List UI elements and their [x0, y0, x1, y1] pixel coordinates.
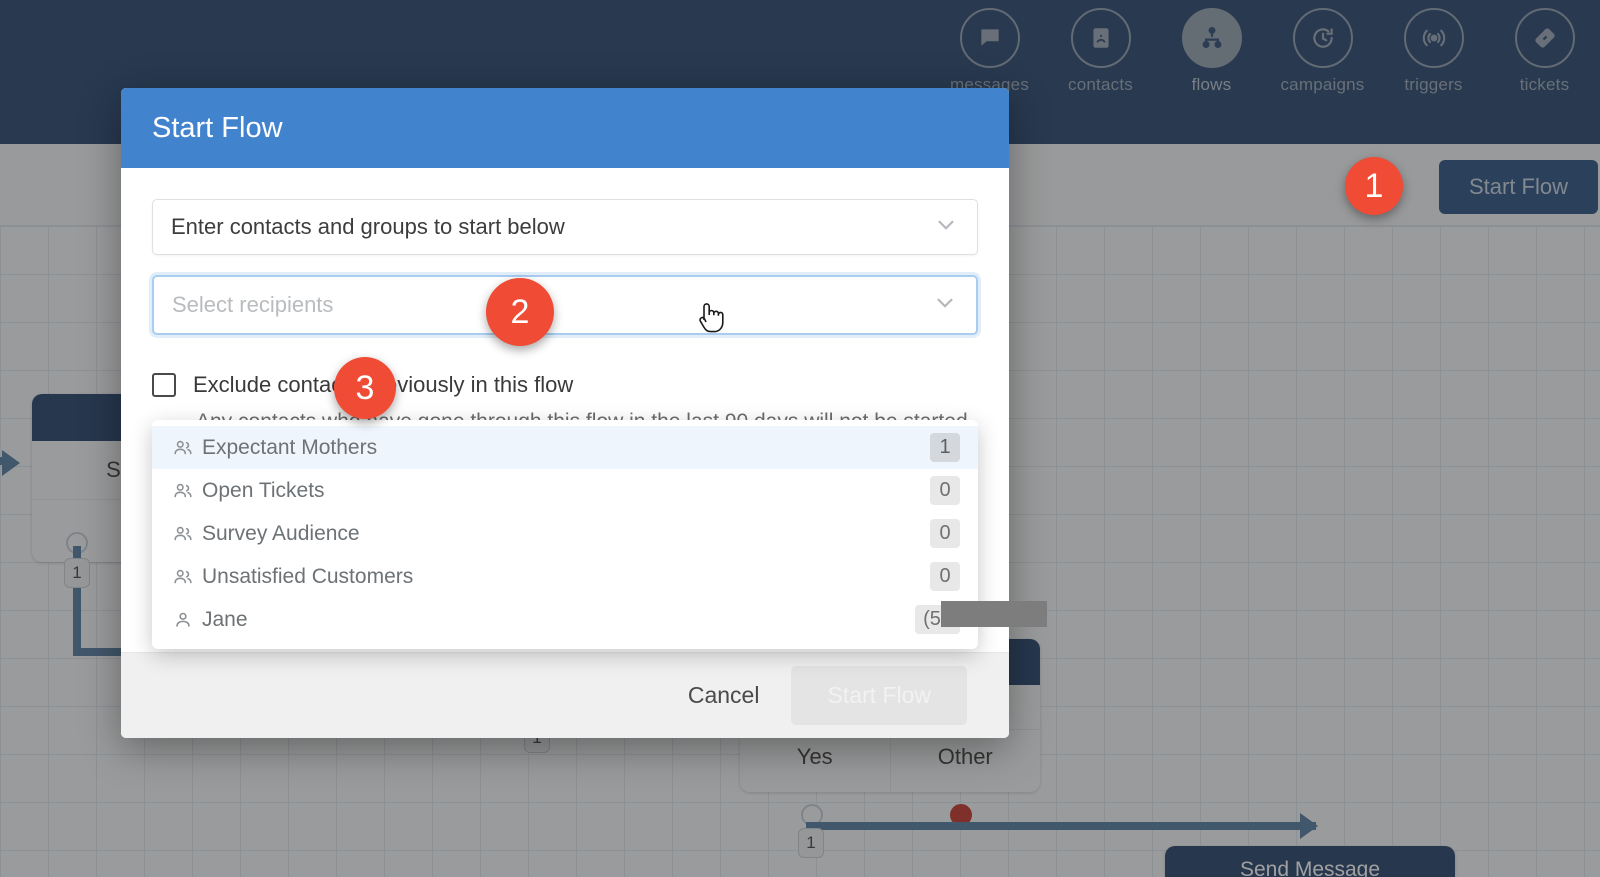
annotation-badge-1: 1 — [1345, 157, 1403, 215]
screen: messages contacts flows campaigns trigge… — [0, 0, 1600, 877]
dropdown-option-label: Survey Audience — [202, 521, 360, 545]
person-icon — [172, 609, 202, 631]
dropdown-option-count: 0 — [930, 476, 960, 505]
flow-select[interactable]: Enter contacts and groups to start below — [152, 199, 978, 255]
group-icon — [172, 566, 202, 588]
field-spacer — [152, 255, 978, 275]
annotation-badge-2: 2 — [486, 278, 554, 346]
dropdown-option-expectant-mothers[interactable]: Expectant Mothers 1 — [152, 426, 978, 469]
dropdown-option-label: Jane — [202, 607, 248, 631]
chevron-down-icon — [933, 212, 959, 243]
mouse-cursor-pointer — [694, 298, 728, 343]
dropdown-option-count: 0 — [930, 519, 960, 548]
dropdown-option-phone: (51 — [915, 601, 1048, 634]
dropdown-option-survey-audience[interactable]: Survey Audience 0 — [152, 512, 978, 555]
redaction-bar — [941, 601, 1048, 627]
dialog-title: Start Flow — [152, 111, 283, 144]
dropdown-option-jane[interactable]: Jane (51 — [152, 598, 1048, 641]
group-icon — [172, 523, 202, 545]
dropdown-option-count: 0 — [930, 562, 960, 591]
dialog-footer: Cancel Start Flow — [121, 652, 1009, 738]
exclude-contacts-checkbox[interactable] — [152, 373, 176, 397]
dropdown-option-label: Open Tickets — [202, 478, 325, 502]
dialog-header: Start Flow — [121, 88, 1009, 168]
dropdown-option-label: Unsatisfied Customers — [202, 564, 414, 588]
start-flow-dialog: Start Flow Enter contacts and groups to … — [121, 88, 1048, 738]
dropdown-option-label: Expectant Mothers — [202, 435, 378, 459]
dialog-body: Enter contacts and groups to start below… — [121, 168, 1048, 652]
dropdown-option-unsatisfied-customers[interactable]: Unsatisfied Customers 0 — [152, 555, 978, 598]
group-icon — [172, 437, 202, 459]
recipients-select[interactable]: Select recipients — [152, 275, 978, 335]
chevron-down-icon[interactable] — [932, 290, 958, 321]
cancel-button[interactable]: Cancel — [666, 668, 782, 723]
dropdown-option-open-tickets[interactable]: Open Tickets 0 — [152, 469, 978, 512]
recipients-dropdown[interactable]: Expectant Mothers 1 Open Tickets 0 Surve… — [152, 420, 1048, 649]
submit-start-flow-button[interactable]: Start Flow — [791, 666, 967, 725]
annotation-badge-3: 3 — [334, 357, 396, 419]
group-icon — [172, 480, 202, 502]
dropdown-option-count: 1 — [930, 433, 960, 462]
exclude-contacts-row[interactable]: Exclude contacts previously in this flow — [152, 372, 978, 398]
flow-select-value: Enter contacts and groups to start below — [171, 214, 565, 239]
